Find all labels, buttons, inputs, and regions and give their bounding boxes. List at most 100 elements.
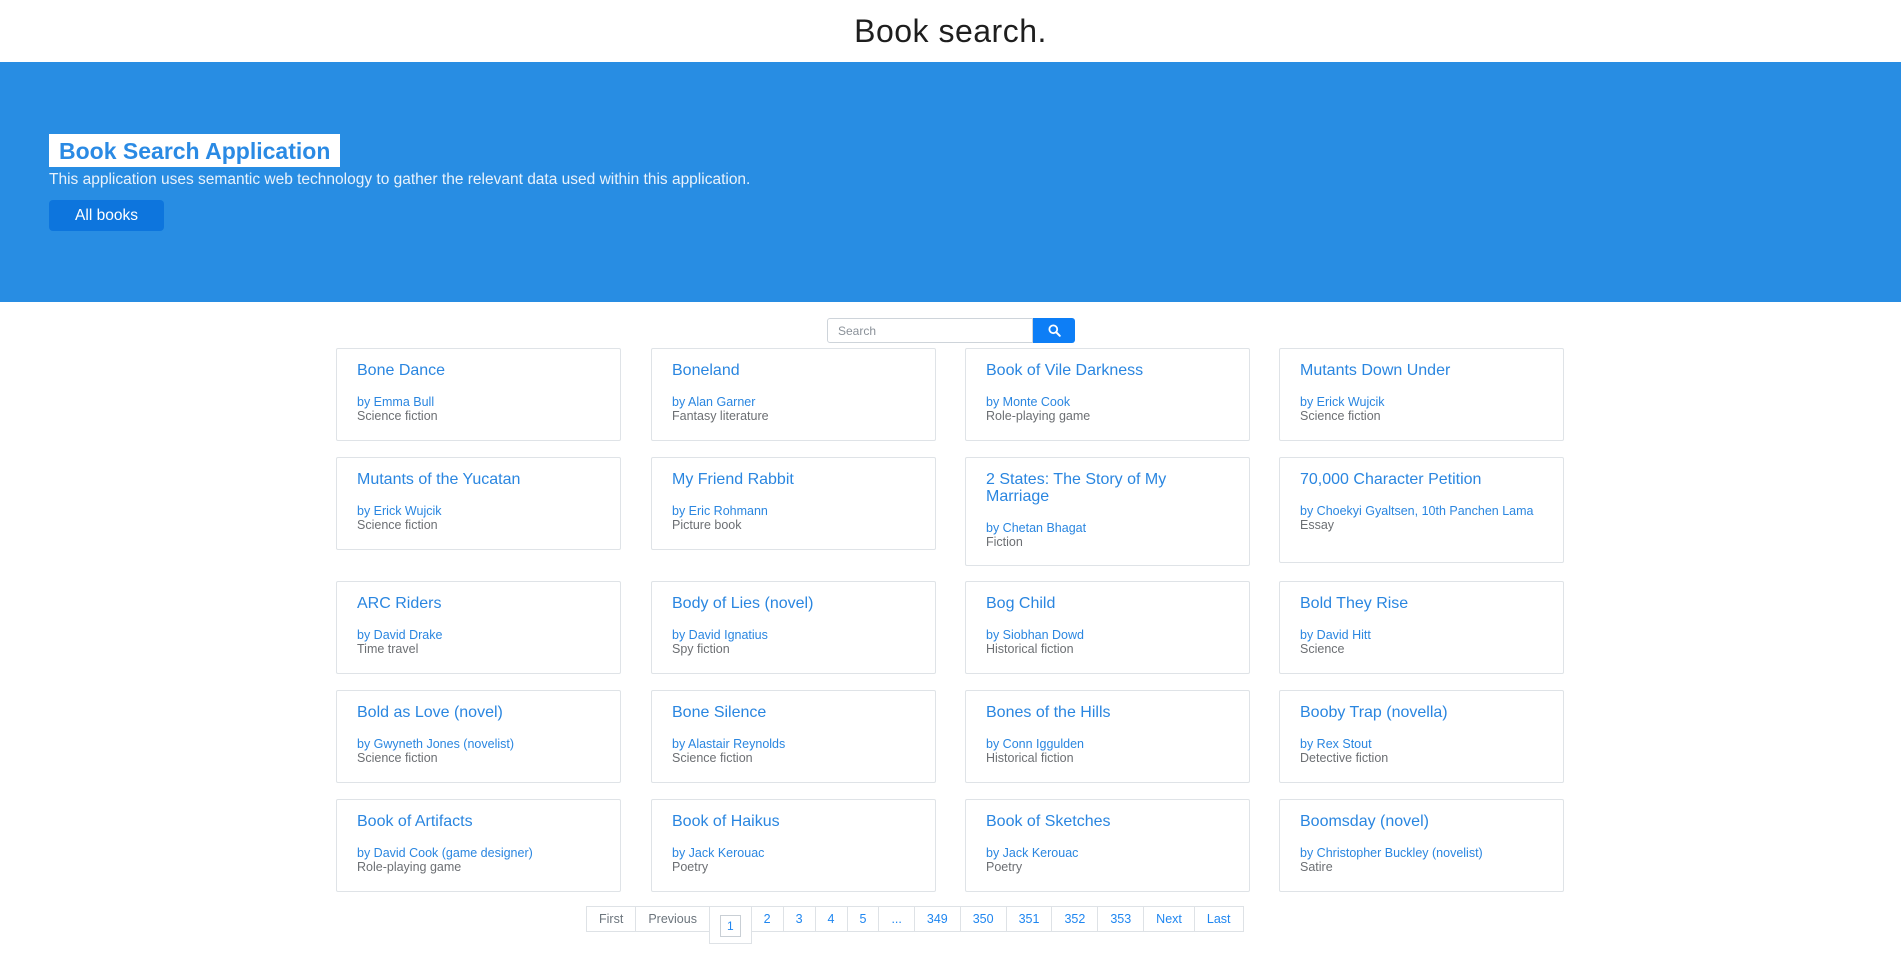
book-author-link[interactable]: by Siobhan Dowd xyxy=(986,629,1229,642)
book-title-link[interactable]: Bone Dance xyxy=(357,362,600,379)
book-card: 70,000 Character Petition by Choekyi Gya… xyxy=(1279,457,1564,563)
book-card: Bone Dance by Emma Bull Science fiction xyxy=(336,348,621,441)
book-genre: Role-playing game xyxy=(357,860,462,874)
book-author-link[interactable]: by Monte Cook xyxy=(986,396,1229,409)
page-link-351[interactable]: 351 xyxy=(1005,906,1053,932)
book-card: Bog Child by Siobhan Dowd Historical fic… xyxy=(965,581,1250,674)
page-first-link[interactable]: First xyxy=(586,906,637,932)
book-author-link[interactable]: by Erick Wujcik xyxy=(1300,396,1543,409)
book-author-link[interactable]: by Conn Iggulden xyxy=(986,738,1229,751)
book-title-link[interactable]: ARC Riders xyxy=(357,595,600,612)
book-card: Boomsday (novel) by Christopher Buckley … xyxy=(1279,799,1564,892)
book-card: ARC Riders by David Drake Time travel xyxy=(336,581,621,674)
all-books-button[interactable]: All books xyxy=(49,200,164,231)
book-author-link[interactable]: by Jack Kerouac xyxy=(672,847,915,860)
book-card: My Friend Rabbit by Eric Rohmann Picture… xyxy=(651,457,936,550)
book-author-link[interactable]: by David Ignatius xyxy=(672,629,915,642)
book-author-link[interactable]: by Chetan Bhagat xyxy=(986,522,1229,535)
book-genre: Science fiction xyxy=(357,409,438,423)
book-genre: Satire xyxy=(1300,860,1333,874)
book-title-link[interactable]: Book of Haikus xyxy=(672,813,915,830)
book-author-link[interactable]: by Alastair Reynolds xyxy=(672,738,915,751)
page-current[interactable]: 1 xyxy=(708,906,752,944)
page-link-4[interactable]: 4 xyxy=(814,906,848,932)
book-title-link[interactable]: Mutants of the Yucatan xyxy=(357,471,600,488)
book-author-link[interactable]: by David Cook (game designer) xyxy=(357,847,600,860)
page-link-350[interactable]: 350 xyxy=(959,906,1007,932)
page-link-3[interactable]: 3 xyxy=(782,906,816,932)
book-author-link[interactable]: by Choekyi Gyaltsen, 10th Panchen Lama xyxy=(1300,505,1543,518)
book-card: Mutants of the Yucatan by Erick Wujcik S… xyxy=(336,457,621,550)
book-genre: Spy fiction xyxy=(672,642,730,656)
page-last-link[interactable]: Last xyxy=(1193,906,1244,932)
book-author-link[interactable]: by David Hitt xyxy=(1300,629,1543,642)
book-title-link[interactable]: Boneland xyxy=(672,362,915,379)
search-button[interactable] xyxy=(1033,318,1075,343)
book-title-link[interactable]: Bold as Love (novel) xyxy=(357,704,600,721)
book-card: Boneland by Alan Garner Fantasy literatu… xyxy=(651,348,936,441)
book-author-link[interactable]: by Alan Garner xyxy=(672,396,915,409)
page-previous-link[interactable]: Previous xyxy=(635,906,710,932)
book-author-link[interactable]: by Eric Rohmann xyxy=(672,505,915,518)
book-author-link[interactable]: by Rex Stout xyxy=(1300,738,1543,751)
pagination: First Previous 1 2 3 4 5 ... 349 350 351… xyxy=(586,906,1244,944)
book-genre: Science xyxy=(1300,642,1345,656)
book-card: 2 States: The Story of My Marriage by Ch… xyxy=(965,457,1250,566)
page-title: Book search. xyxy=(854,12,1047,49)
book-genre: Fantasy literature xyxy=(672,409,769,423)
book-genre: Picture book xyxy=(672,518,742,532)
book-title-link[interactable]: 70,000 Character Petition xyxy=(1300,471,1543,488)
book-title-link[interactable]: Body of Lies (novel) xyxy=(672,595,915,612)
hero-banner: Book Search Application This application… xyxy=(0,62,1901,302)
book-genre: Science fiction xyxy=(357,518,438,532)
book-title-link[interactable]: 2 States: The Story of My Marriage xyxy=(986,471,1229,505)
book-genre: Essay xyxy=(1300,518,1335,532)
book-card: Bones of the Hills by Conn Iggulden Hist… xyxy=(965,690,1250,783)
book-author-link[interactable]: by Gwyneth Jones (novelist) xyxy=(357,738,600,751)
search-icon xyxy=(1047,324,1061,337)
book-card: Book of Sketches by Jack Kerouac Poetry xyxy=(965,799,1250,892)
page-link-352[interactable]: 352 xyxy=(1051,906,1099,932)
hero-title: Book Search Application xyxy=(49,134,341,167)
page-link-5[interactable]: 5 xyxy=(846,906,880,932)
book-author-link[interactable]: by David Drake xyxy=(357,629,600,642)
book-genre: Poetry xyxy=(672,860,709,874)
book-card: Mutants Down Under by Erick Wujcik Scien… xyxy=(1279,348,1564,441)
book-title-link[interactable]: My Friend Rabbit xyxy=(672,471,915,488)
book-genre: Detective fiction xyxy=(1300,751,1389,765)
book-genre: Poetry xyxy=(986,860,1023,874)
book-author-link[interactable]: by Christopher Buckley (novelist) xyxy=(1300,847,1543,860)
book-genre: Fiction xyxy=(986,535,1023,549)
book-card: Book of Vile Darkness by Monte Cook Role… xyxy=(965,348,1250,441)
book-card: Body of Lies (novel) by David Ignatius S… xyxy=(651,581,936,674)
book-title-link[interactable]: Bone Silence xyxy=(672,704,915,721)
book-title-link[interactable]: Bog Child xyxy=(986,595,1229,612)
page-link-349[interactable]: 349 xyxy=(913,906,961,932)
book-title-link[interactable]: Boomsday (novel) xyxy=(1300,813,1543,830)
book-genre: Science fiction xyxy=(357,751,438,765)
book-author-link[interactable]: by Erick Wujcik xyxy=(357,505,600,518)
book-genre: Role-playing game xyxy=(986,409,1091,423)
book-title-link[interactable]: Booby Trap (novella) xyxy=(1300,704,1543,721)
book-genre: Science fiction xyxy=(672,751,753,765)
book-title-link[interactable]: Book of Sketches xyxy=(986,813,1229,830)
search-bar xyxy=(827,318,1075,343)
book-author-link[interactable]: by Jack Kerouac xyxy=(986,847,1229,860)
book-card: Book of Haikus by Jack Kerouac Poetry xyxy=(651,799,936,892)
book-title-link[interactable]: Book of Vile Darkness xyxy=(986,362,1229,379)
book-genre: Science fiction xyxy=(1300,409,1381,423)
book-title-link[interactable]: Book of Artifacts xyxy=(357,813,600,830)
book-title-link[interactable]: Mutants Down Under xyxy=(1300,362,1543,379)
page-ellipsis: ... xyxy=(878,906,915,932)
book-card: Bone Silence by Alastair Reynolds Scienc… xyxy=(651,690,936,783)
page-next-link[interactable]: Next xyxy=(1143,906,1195,932)
book-title-link[interactable]: Bold They Rise xyxy=(1300,595,1543,612)
search-input[interactable] xyxy=(827,318,1033,343)
book-author-link[interactable]: by Emma Bull xyxy=(357,396,600,409)
book-title-link[interactable]: Bones of the Hills xyxy=(986,704,1229,721)
page-link-353[interactable]: 353 xyxy=(1097,906,1145,932)
page-link-2[interactable]: 2 xyxy=(750,906,784,932)
book-card: Book of Artifacts by David Cook (game de… xyxy=(336,799,621,892)
hero-description: This application uses semantic web techn… xyxy=(49,171,751,188)
book-card: Bold as Love (novel) by Gwyneth Jones (n… xyxy=(336,690,621,783)
